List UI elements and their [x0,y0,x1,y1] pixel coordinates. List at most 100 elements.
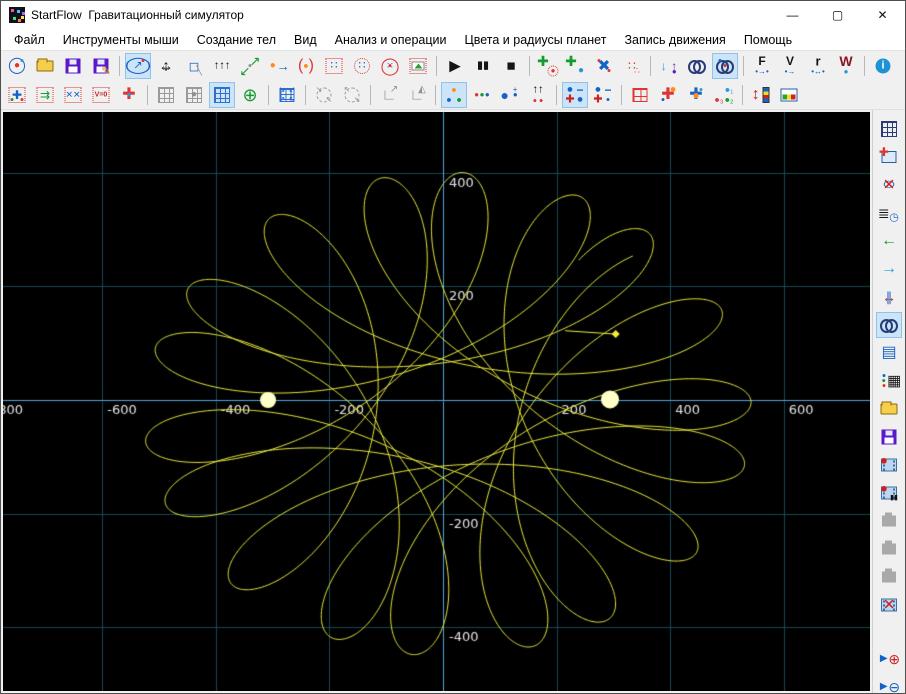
hide-orbits[interactable]: ○ ✕ [876,172,902,198]
select-orbit-bodies[interactable]: ◯ ∷ ● [377,53,403,79]
delete-bodies-region[interactable]: ∷ ∴ [619,53,645,79]
separator [864,56,865,76]
center-of-mass[interactable]: ✚ ● [116,82,142,108]
playback-zoom-out[interactable]: ▶ ⊖ [876,674,902,693]
show-radii[interactable]: r •↔• [805,53,831,79]
background-picture[interactable] [405,53,431,79]
region-stop[interactable]: V=0 [88,82,114,108]
grid-off[interactable] [153,82,179,108]
open-table[interactable] [876,396,902,422]
grid-center[interactable]: ● [181,82,207,108]
palette[interactable] [776,82,802,108]
enlarge-orbits[interactable]: ↖ ↘ [339,82,365,108]
add-body[interactable]: ✚ ● [563,53,589,79]
steps-timer-icon: ◷ [889,211,899,224]
delete-body[interactable]: ✖ ● ● [591,53,617,79]
plot-graph-trajectory[interactable]: ∟ ↗ [376,82,402,108]
show-energy[interactable]: W ● [833,53,859,79]
collision-curves-active[interactable]: ● ● [712,53,738,79]
stop[interactable]: ■ [498,53,524,79]
steps-timer[interactable]: ≣ ◷ [876,200,902,226]
save-table[interactable] [876,424,902,450]
velocity-chart-icon: ● ● [532,97,544,105]
bodies-size[interactable]: ● ● + [497,82,523,108]
save-as[interactable]: ✎ [88,53,114,79]
open-file[interactable] [32,53,58,79]
menu-create-bodies[interactable]: Создание тел [188,30,285,50]
orbit-tool[interactable]: () ● [293,53,319,79]
data-table[interactable]: ▤ [876,340,902,366]
charge-plus-minus-alt[interactable]: ● − ✚ ● [590,82,616,108]
maximize-button[interactable]: ▢ [815,1,860,29]
add-window[interactable]: ✚ [876,144,902,170]
pause[interactable]: ▮▮ [470,53,496,79]
record-pause[interactable]: ● ▮▮ [876,480,902,506]
save-file[interactable] [60,53,86,79]
close-button[interactable]: ✕ [860,1,905,29]
separator [268,85,269,105]
bodies-row[interactable]: ● ● ● [469,82,495,108]
region-velocity[interactable]: ⇉ [32,82,58,108]
collision-curves[interactable] [684,53,710,79]
show-velocities[interactable]: V •→ [777,53,803,79]
zoom-region-tool[interactable]: ◻ ╲ [181,53,207,79]
body-numbers[interactable]: ●₁ ●₃ ●₂ [711,82,737,108]
show-forces[interactable]: F •→• [749,53,775,79]
charge-plus-minus[interactable]: ● − ✚ ● [562,82,588,108]
column-scale-icon [762,87,770,103]
frame-capture-3[interactable] [876,564,902,590]
velocity-chart[interactable]: ↑↑ ● ● [525,82,551,108]
delete-body-icon: ✖ [597,57,611,75]
origin-marker[interactable]: ⊕ [237,82,263,108]
menu-colors-radii[interactable]: Цвета и радиусы планет [456,30,616,50]
new-system[interactable]: ◯ ● ● [4,53,30,79]
frame-capture-1[interactable] [876,508,902,534]
minimize-button[interactable]: — [770,1,815,29]
red-grid[interactable] [627,82,653,108]
grid-on[interactable] [209,82,235,108]
swap-velocity[interactable]: ↓ ↑ ● [656,53,682,79]
select-region-circle[interactable]: ∷ [349,53,375,79]
shrink-orbits[interactable]: ↘ ↖ [311,82,337,108]
record-movie[interactable]: ● [876,452,902,478]
step-back[interactable]: ← [876,228,902,254]
show-bodies-colored[interactable]: ● ● ● [441,82,467,108]
frame-capture-2[interactable] [876,536,902,562]
play[interactable]: ▶ [442,53,468,79]
bodies-table[interactable]: ▦ ● ● ● [876,368,902,394]
menu-mouse-tools[interactable]: Инструменты мыши [54,30,188,50]
scale-tool[interactable]: ↗ ↙ ● [237,53,263,79]
step-forward[interactable]: → [876,256,902,282]
menu-help[interactable]: Помощь [735,30,801,50]
select-tool[interactable]: ◯ ↗ ● [125,53,151,79]
collision-curves-panel[interactable] [876,312,902,338]
move-body-tool[interactable]: ● → [265,53,291,79]
add-body-orbit[interactable]: ✚ ● [535,53,561,79]
playback-zoom-in[interactable]: ▶ ⊕ [876,646,902,672]
select-region-rect[interactable]: ∷ [321,53,347,79]
menu-analysis[interactable]: Анализ и операции [326,30,456,50]
menu-view[interactable]: Вид [285,30,326,50]
delete-bodies-region-icon: ∷ [628,59,636,73]
grid-settings[interactable] [876,116,902,142]
region-delete-icon [64,87,82,103]
plot-graph-area[interactable]: ∟ ◭ [404,82,430,108]
region-move[interactable]: ✚ ● ● [4,82,30,108]
axes-body-blue[interactable]: ✚ ● ● [683,82,709,108]
axes-body-red[interactable]: ✚ ● ● [655,82,681,108]
column-scale[interactable]: ↕ [748,82,774,108]
select-region-circle-icon [354,58,370,74]
enlarge-orbits-icon: ↖ [343,85,351,95]
simulation-canvas[interactable] [3,112,870,691]
record-delete[interactable]: ✕ [876,592,902,618]
velocity-tool[interactable]: ↑↑↑ [209,53,235,79]
charge-plus-minus-icon: ● [576,93,584,106]
interval-width[interactable]: ↔ ∥ [876,284,902,310]
region-move-icon: ✚ [11,88,23,102]
pan-tool[interactable]: ↔ ↕ [153,53,179,79]
menu-file[interactable]: Файл [5,30,54,50]
menu-record-motion[interactable]: Запись движения [615,30,734,50]
region-delete[interactable]: ✕✕ [60,82,86,108]
info[interactable]: i [870,53,896,79]
zoom-to-selection[interactable]: ↘ ↙ ↗ ↖ [274,82,300,108]
